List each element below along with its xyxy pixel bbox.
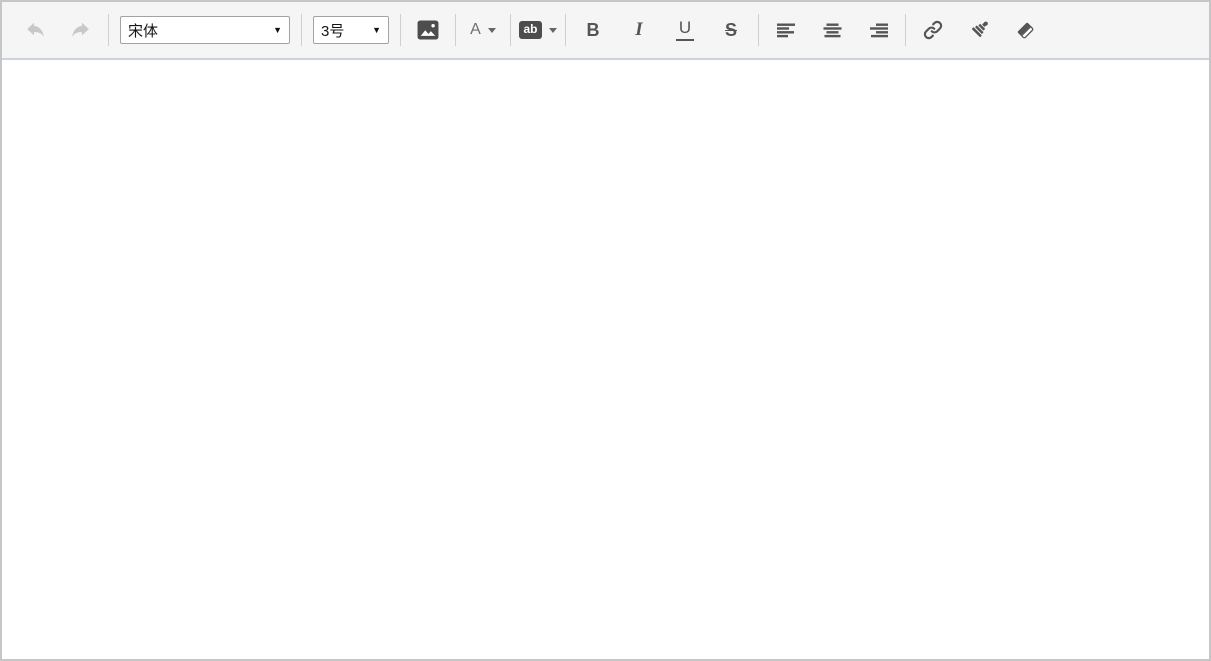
eraser-button[interactable] [1002, 10, 1048, 50]
editor-content[interactable] [2, 60, 1209, 659]
font-color-caret-icon [487, 27, 496, 33]
editor-toolbar: 宋体 ▼ 3号 ▼ A ab B I U S [2, 2, 1209, 60]
underline-button[interactable]: U [662, 10, 708, 50]
italic-button[interactable]: I [616, 10, 662, 50]
rich-text-editor: 宋体 ▼ 3号 ▼ A ab B I U S [0, 0, 1211, 661]
image-icon [417, 20, 439, 40]
select-caret-icon: ▼ [372, 24, 381, 35]
insert-image-button[interactable] [405, 10, 451, 50]
undo-button[interactable] [12, 10, 58, 50]
font-family-select[interactable]: 宋体 ▼ [120, 16, 290, 44]
font-size-value: 3号 [321, 22, 345, 40]
redo-icon [70, 19, 92, 41]
strikethrough-button[interactable]: S [708, 10, 754, 50]
align-right-button[interactable] [855, 10, 901, 50]
toolbar-divider [905, 14, 906, 46]
redo-button[interactable] [58, 10, 104, 50]
highlight-caret-icon [548, 27, 557, 33]
font-size-select[interactable]: 3号 ▼ [313, 16, 389, 44]
font-color-label: A [470, 21, 481, 38]
brush-icon [967, 18, 991, 42]
toolbar-divider [510, 14, 511, 46]
align-right-icon [869, 23, 888, 38]
undo-icon [24, 19, 46, 41]
underline-label: U [675, 18, 695, 41]
link-icon [922, 19, 944, 41]
eraser-icon [1013, 18, 1037, 42]
italic-label: I [635, 19, 643, 40]
align-left-icon [776, 23, 796, 38]
strikethrough-label: S [724, 19, 737, 40]
toolbar-divider [301, 14, 302, 46]
brush-button[interactable] [956, 10, 1002, 50]
font-family-value: 宋体 [128, 22, 159, 40]
toolbar-divider [455, 14, 456, 46]
bold-button[interactable]: B [570, 10, 616, 50]
font-color-button[interactable]: A [460, 10, 506, 50]
toolbar-divider [565, 14, 566, 46]
insert-link-button[interactable] [910, 10, 956, 50]
align-left-button[interactable] [763, 10, 809, 50]
bold-label: B [586, 19, 600, 40]
select-caret-icon: ▼ [273, 24, 282, 35]
toolbar-divider [400, 14, 401, 46]
highlight-label: ab [519, 20, 542, 40]
align-center-icon [823, 23, 842, 38]
align-center-button[interactable] [809, 10, 855, 50]
highlight-color-button[interactable]: ab [515, 10, 561, 50]
toolbar-divider [758, 14, 759, 46]
toolbar-divider [108, 14, 109, 46]
